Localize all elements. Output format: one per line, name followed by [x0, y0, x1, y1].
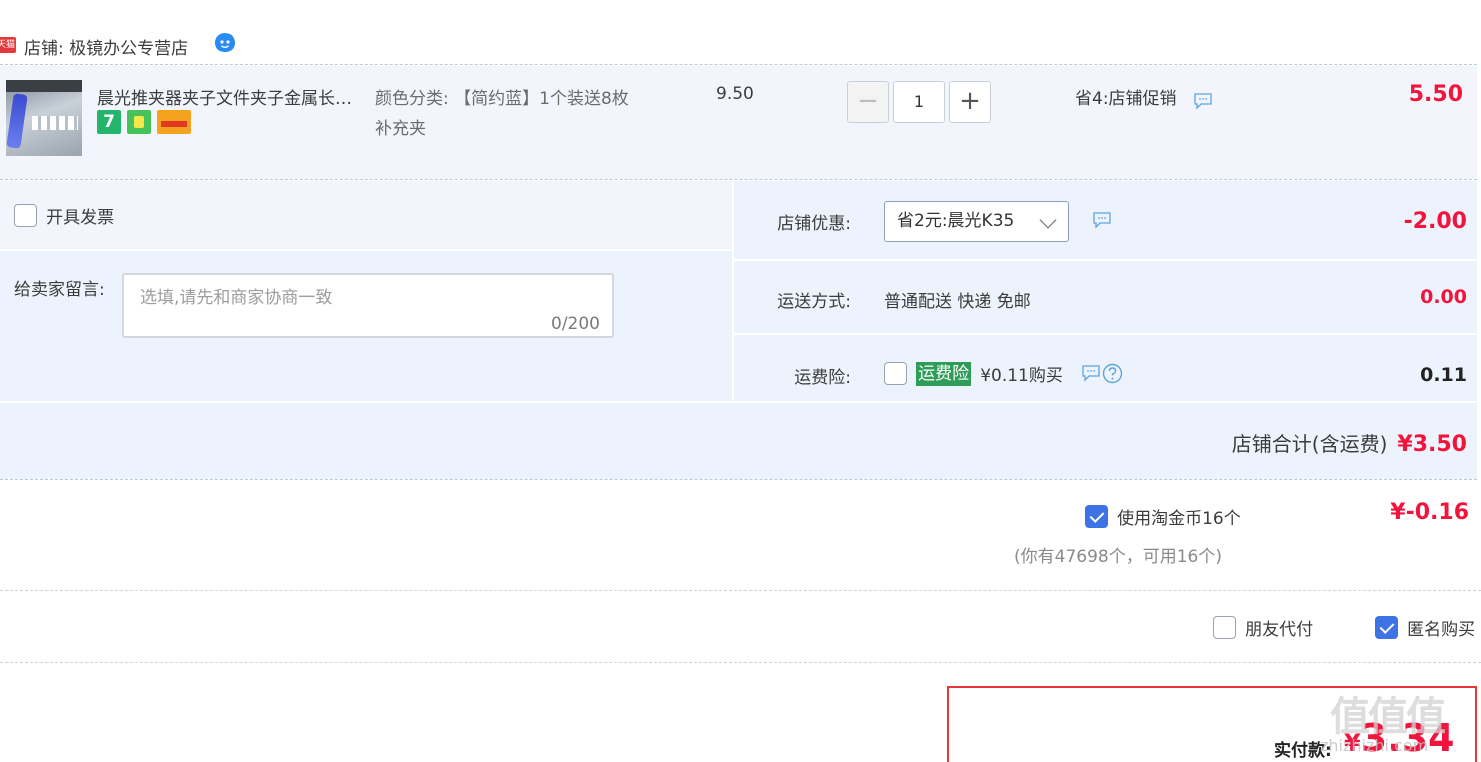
watermark-logo: 值值值 [1330, 694, 1446, 740]
seven-day-return-icon[interactable]: 7 [97, 110, 121, 134]
credit-card-icon[interactable] [157, 110, 191, 134]
invoice-checkbox[interactable] [14, 204, 37, 227]
product-thumbnail[interactable] [6, 80, 82, 156]
divider [0, 249, 732, 251]
divider [0, 401, 1477, 403]
shop-subtotal: 店铺合计(含运费) ¥3.50 [1232, 428, 1467, 457]
chevron-down-icon [1039, 211, 1057, 229]
promo-text: 省4:店铺促销 [1075, 89, 1177, 109]
coupon-select[interactable]: 省2元:晨光K35 [884, 201, 1069, 242]
insurance-tag: 运费险 [916, 361, 972, 386]
shop-name-link[interactable]: 店铺: 极镜办公专营店 [24, 34, 188, 59]
message-char-count: 0/200 [551, 314, 600, 334]
insurance-label: 运费险: [794, 368, 851, 388]
divider [0, 590, 1481, 591]
insurance-price-text: ¥0.11购买 [980, 366, 1063, 386]
help-question-icon[interactable] [1102, 363, 1123, 384]
order-options-panel: 开具发票 给卖家留言: 选填,请先和商家协商一致 0/200 店铺优惠: 省2元… [0, 181, 1477, 479]
anonymous-label: 匿名购买 [1407, 620, 1476, 640]
coupon-label: 店铺优惠: [777, 214, 851, 234]
insurance-checkbox[interactable] [884, 362, 907, 385]
shopping-bag-icon[interactable] [127, 110, 151, 134]
insurance-value: 0.11 [1420, 364, 1467, 386]
shop-header: 天猫 店铺: 极镜办公专营店 [0, 28, 1481, 64]
decrease-quantity-button[interactable]: − [847, 81, 889, 123]
unit-price: 9.50 [716, 84, 754, 104]
divider [0, 179, 1477, 180]
chat-bubble-icon[interactable] [1193, 92, 1213, 110]
taojinbi-hint: (你有47698个，可用16个) [1014, 547, 1222, 567]
seller-message-textarea[interactable]: 选填,请先和商家协商一致 0/200 [122, 273, 614, 338]
invoice-option[interactable]: 开具发票 [14, 203, 114, 228]
divider [0, 479, 1477, 480]
taojinbi-checkbox[interactable] [1085, 505, 1108, 528]
taojinbi-label: 使用淘金币16个 [1117, 509, 1241, 529]
chat-bubble-icon[interactable] [1081, 364, 1101, 382]
product-sku: 颜色分类: 【简约蓝】1个装送8枚补充夹 [375, 89, 629, 139]
taojinbi-option[interactable]: 使用淘金币16个 [1085, 504, 1241, 529]
shipping-method: 普通配送 快递 免邮 [884, 292, 1031, 312]
coupon-selected-value: 省2元:晨光K35 [897, 211, 1015, 231]
item-subtotal: 5.50 [1408, 82, 1463, 107]
anonymous-checkbox[interactable] [1375, 616, 1398, 639]
divider [0, 662, 1481, 663]
shop-subtotal-label: 店铺合计(含运费) [1231, 432, 1388, 456]
shop-subtotal-amount: ¥3.50 [1397, 432, 1467, 457]
friend-pay-checkbox[interactable] [1213, 616, 1236, 639]
product-title-link[interactable]: 晨光推夹器夹子文件夹子金属长… [97, 84, 367, 109]
divider [0, 64, 1477, 65]
insurance-option[interactable]: 运费险 ¥0.11购买 [884, 361, 1063, 386]
friend-pay-option[interactable]: 朋友代付 [1213, 615, 1313, 640]
wangwang-chat-icon[interactable] [213, 31, 237, 55]
divider [734, 333, 1477, 335]
quantity-input[interactable]: 1 [893, 81, 945, 123]
service-icons: 7 [97, 110, 197, 134]
divider [734, 259, 1477, 261]
cart-item-row: 晨光推夹器夹子文件夹子金属长… 7 颜色分类: 【简约蓝】1个装送8枚补充夹 9… [0, 66, 1477, 179]
anonymous-purchase-option[interactable]: 匿名购买 [1375, 615, 1475, 640]
coupon-value: -2.00 [1403, 209, 1467, 234]
seller-message-label: 给卖家留言: [14, 280, 105, 300]
chat-bubble-icon[interactable] [1092, 211, 1112, 229]
increase-quantity-button[interactable]: + [949, 81, 991, 123]
message-placeholder: 选填,请先和商家协商一致 [140, 288, 333, 308]
friend-pay-label: 朋友代付 [1245, 620, 1314, 640]
taojinbi-amount: ¥-0.16 [1390, 500, 1469, 525]
shipping-value: 0.00 [1420, 286, 1467, 308]
shipping-label: 运送方式: [777, 292, 851, 312]
watermark-site: zhizhizhi.com [1320, 736, 1429, 755]
tmall-badge-icon: 天猫 [0, 37, 16, 53]
invoice-label: 开具发票 [46, 208, 115, 228]
